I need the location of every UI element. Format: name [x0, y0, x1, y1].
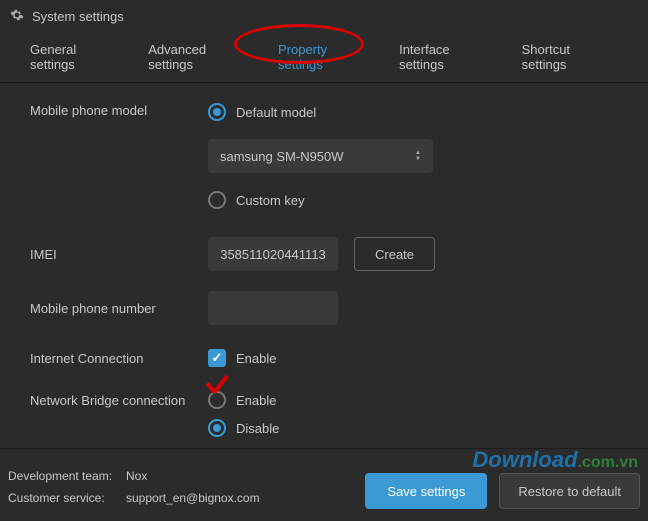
label-phone: Mobile phone number [30, 301, 208, 316]
radio-icon [208, 191, 226, 209]
dev-team-value: Nox [126, 465, 147, 487]
dev-team-label: Development team: [8, 465, 126, 487]
footer: Development team: Nox Customer service: … [0, 455, 648, 521]
gear-icon [10, 8, 24, 25]
radio-custom-key[interactable]: Custom key [208, 191, 433, 209]
radio-bridge-enable[interactable]: Enable [208, 391, 279, 409]
content-area: Mobile phone model Default model samsung… [0, 83, 648, 475]
tab-property[interactable]: Property settings [266, 32, 387, 82]
customer-service-value: support_en@bignox.com [126, 487, 260, 509]
row-internet: Internet Connection Enable [30, 343, 618, 373]
chevron-updown-icon: ▲▼ [415, 150, 421, 162]
radio-default-model[interactable]: Default model [208, 103, 433, 121]
tab-general[interactable]: General settings [18, 32, 136, 82]
create-button[interactable]: Create [354, 237, 435, 271]
label-imei: IMEI [30, 247, 208, 262]
radio-bridge-disable[interactable]: Disable [208, 419, 279, 437]
row-imei: IMEI Create [30, 237, 618, 271]
radio-label: Default model [236, 105, 316, 120]
customer-service-label: Customer service: [8, 487, 126, 509]
titlebar: System settings [0, 0, 648, 32]
divider [0, 448, 648, 449]
tab-shortcut[interactable]: Shortcut settings [510, 32, 630, 82]
label-internet: Internet Connection [30, 351, 208, 366]
tab-interface[interactable]: Interface settings [387, 32, 510, 82]
footer-info: Development team: Nox Customer service: … [8, 465, 260, 509]
checkbox-label: Enable [236, 351, 276, 366]
tabs-bar: General settings Advanced settings Prope… [0, 32, 648, 83]
label-bridge: Network Bridge connection [30, 391, 208, 408]
row-phone: Mobile phone number [30, 291, 618, 325]
radio-icon [208, 419, 226, 437]
footer-buttons: Save settings Restore to default [365, 473, 640, 509]
radio-icon [208, 391, 226, 409]
row-model: Mobile phone model Default model samsung… [30, 103, 618, 209]
dropdown-value: samsung SM-N950W [220, 149, 344, 164]
restore-button[interactable]: Restore to default [499, 473, 640, 509]
radio-label: Disable [236, 421, 279, 436]
checkbox-internet-enable[interactable]: Enable [208, 349, 276, 367]
phone-input[interactable] [208, 291, 338, 325]
model-dropdown[interactable]: samsung SM-N950W ▲▼ [208, 139, 433, 173]
radio-label: Enable [236, 393, 276, 408]
tab-advanced[interactable]: Advanced settings [136, 32, 266, 82]
window-title: System settings [32, 9, 124, 24]
label-model: Mobile phone model [30, 103, 208, 118]
radio-icon [208, 103, 226, 121]
row-bridge: Network Bridge connection Enable Disable [30, 391, 618, 437]
imei-input[interactable] [208, 237, 338, 271]
save-button[interactable]: Save settings [365, 473, 487, 509]
radio-label: Custom key [236, 193, 305, 208]
checkbox-icon [208, 349, 226, 367]
